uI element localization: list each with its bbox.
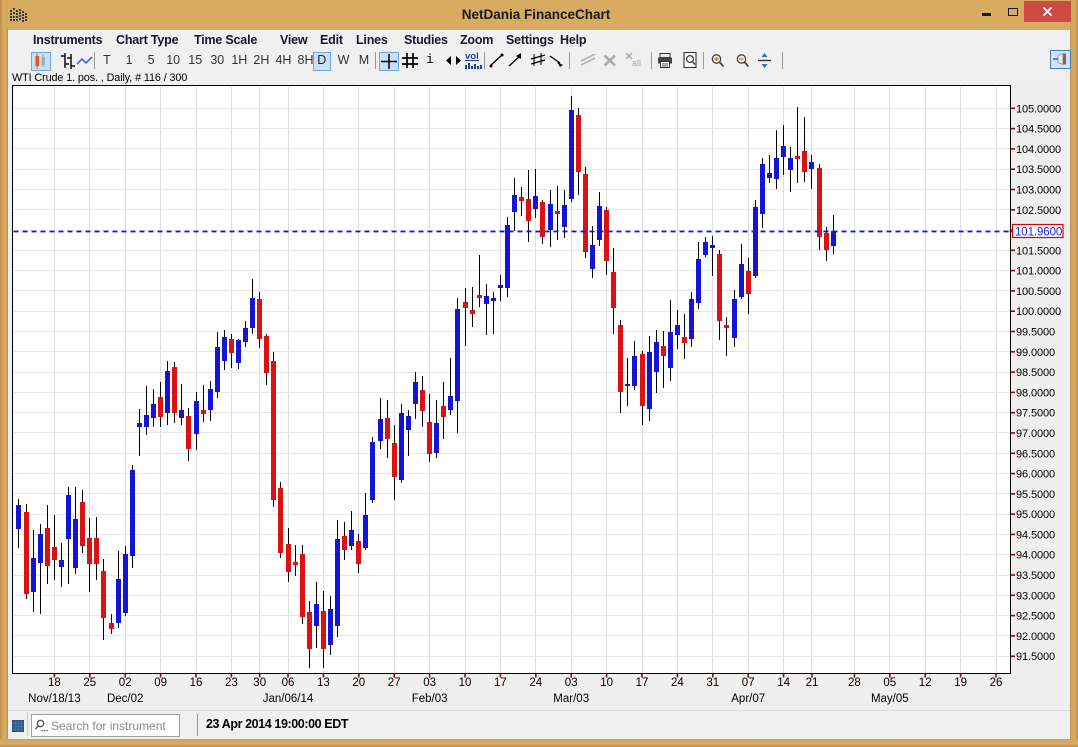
svg-text:21: 21 [806,677,819,689]
svg-text:31: 31 [706,677,719,689]
svg-text:May/05: May/05 [871,693,909,705]
svg-text:10: 10 [600,677,613,689]
svg-text:97.0000: 97.0000 [1016,428,1055,440]
svg-text:96.5000: 96.5000 [1016,448,1055,460]
svg-text:05: 05 [883,677,896,689]
svg-text:101.5000: 101.5000 [1016,245,1061,257]
svg-text:30: 30 [253,677,266,689]
svg-text:105.0000: 105.0000 [1016,103,1061,115]
svg-text:17: 17 [636,677,649,689]
svg-text:25: 25 [83,677,96,689]
svg-text:101.0000: 101.0000 [1016,266,1061,278]
svg-text:100.0000: 100.0000 [1016,306,1061,318]
svg-text:03: 03 [565,677,578,689]
svg-text:95.5000: 95.5000 [1016,489,1055,501]
svg-text:07: 07 [742,677,755,689]
svg-text:96.0000: 96.0000 [1016,469,1055,481]
svg-text:10: 10 [459,677,472,689]
svg-text:Jan/06/14: Jan/06/14 [263,693,314,705]
svg-text:104.5000: 104.5000 [1016,124,1061,136]
svg-text:20: 20 [352,677,365,689]
svg-text:12: 12 [919,677,932,689]
svg-text:Apr/07: Apr/07 [731,693,765,705]
svg-text:27: 27 [388,677,401,689]
svg-text:03: 03 [423,677,436,689]
svg-text:104.0000: 104.0000 [1016,144,1061,156]
svg-text:06: 06 [282,677,295,689]
svg-text:95.0000: 95.0000 [1016,509,1055,521]
svg-text:23: 23 [225,677,238,689]
svg-text:26: 26 [990,677,1003,689]
svg-text:103.0000: 103.0000 [1016,185,1061,197]
svg-text:16: 16 [190,677,203,689]
svg-text:Nov/18/13: Nov/18/13 [28,693,80,705]
svg-text:97.5000: 97.5000 [1016,408,1055,420]
svg-text:94.5000: 94.5000 [1016,529,1055,541]
svg-text:99.5000: 99.5000 [1016,327,1055,339]
svg-text:92.5000: 92.5000 [1016,611,1055,623]
svg-text:09: 09 [154,677,167,689]
svg-text:02: 02 [119,677,132,689]
svg-text:92.0000: 92.0000 [1016,631,1055,643]
svg-text:Feb/03: Feb/03 [412,693,448,705]
svg-text:Dec/02: Dec/02 [107,693,143,705]
svg-text:17: 17 [494,677,507,689]
svg-text:93.0000: 93.0000 [1016,590,1055,602]
svg-text:98.0000: 98.0000 [1016,387,1055,399]
svg-text:14: 14 [777,677,790,689]
svg-text:24: 24 [529,677,542,689]
svg-text:13: 13 [317,677,330,689]
svg-text:19: 19 [954,677,967,689]
svg-text:99.0000: 99.0000 [1016,347,1055,359]
svg-text:100.5000: 100.5000 [1016,286,1061,298]
svg-text:24: 24 [671,677,684,689]
svg-text:94.0000: 94.0000 [1016,550,1055,562]
svg-text:28: 28 [848,677,861,689]
svg-text:102.5000: 102.5000 [1016,205,1061,217]
svg-text:93.5000: 93.5000 [1016,570,1055,582]
svg-text:18: 18 [48,677,61,689]
svg-text:98.5000: 98.5000 [1016,367,1055,379]
svg-text:91.5000: 91.5000 [1016,651,1055,663]
svg-text:103.5000: 103.5000 [1016,164,1061,176]
svg-text:101.9600: 101.9600 [1015,227,1062,239]
svg-text:Mar/03: Mar/03 [553,693,589,705]
